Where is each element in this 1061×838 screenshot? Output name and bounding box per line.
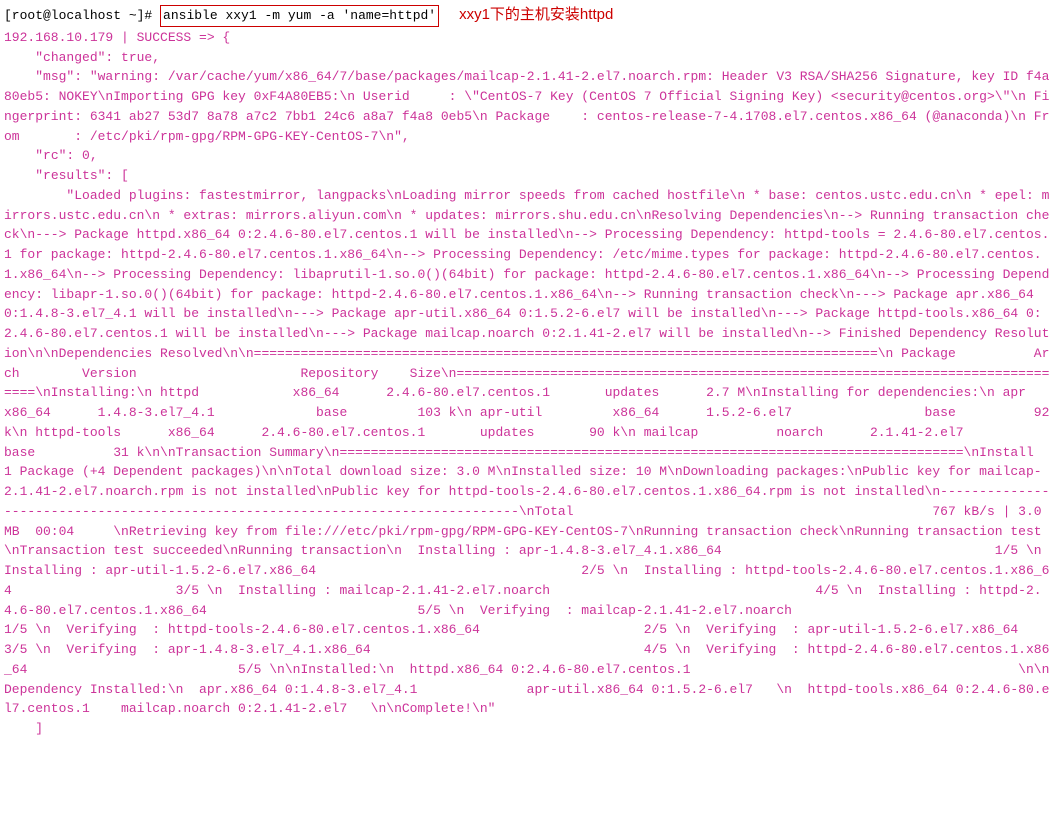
ansible-command: ansible xxy1 -m yum -a 'name=httpd' <box>160 5 439 27</box>
ansible-output: 192.168.10.179 | SUCCESS => { "changed":… <box>4 28 1057 739</box>
command-line: [root@localhost ~]# ansible xxy1 -m yum … <box>4 4 1057 27</box>
shell-prompt: [root@localhost ~]# <box>4 6 152 26</box>
annotation-text: xxy1下的主机安装httpd <box>459 4 613 27</box>
